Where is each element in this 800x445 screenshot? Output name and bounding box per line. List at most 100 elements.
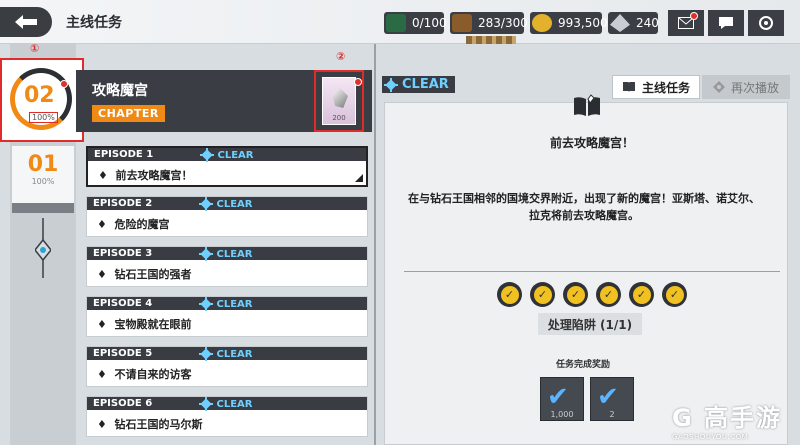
- episode-code: EPISODE 4: [93, 298, 153, 309]
- quest-detail-panel: [384, 102, 788, 445]
- crystal-icon: [610, 14, 630, 32]
- check-icon: ✓: [530, 282, 555, 307]
- tab-main-quest[interactable]: 主线任务: [612, 75, 700, 99]
- quest-description: 在与钻石王国相邻的国境交界附近，出现了新的魔宫！亚斯塔、诺艾尔、拉克将前去攻略魔…: [408, 192, 760, 222]
- menu-button[interactable]: [748, 10, 784, 36]
- episode-code: EPISODE 5: [93, 348, 153, 359]
- check-icon: ✓: [563, 282, 588, 307]
- watermark-logo: G 高手游 GAOSHOUYOU.COM: [672, 398, 782, 441]
- resource-gold: 993,500: [530, 12, 608, 34]
- reward-count: 1,000: [550, 410, 574, 419]
- gem-icon: [332, 88, 348, 108]
- chapter-percent: 100%: [29, 112, 58, 123]
- episode-2[interactable]: EPISODE 2 CLEAR ♦ 危险的魔宫: [86, 196, 368, 237]
- episode-code: EPISODE 6: [93, 398, 153, 409]
- reward-count: 2: [609, 410, 615, 419]
- reward-label: 任务完成奖励: [556, 360, 611, 370]
- resource-stamina: 0/100: [384, 12, 447, 34]
- chapter-clear-badge: CLEAR: [382, 76, 455, 93]
- episode-title: ♦ 钻石王国的马尔斯: [97, 418, 203, 431]
- stamina-icon: [386, 14, 406, 32]
- episode-title: ♦ 宝物殿就在眼前: [97, 318, 192, 331]
- book-icon: [622, 82, 635, 92]
- quest-title: 前去攻略魔宫！: [549, 136, 634, 150]
- tab-replay-label: 再次播放: [730, 80, 779, 95]
- coupon-strip: [466, 36, 516, 44]
- clear-badge: CLEAR: [199, 247, 252, 261]
- progress-divider: [404, 271, 780, 272]
- episode-title: ♦ 不请自来的访客: [97, 368, 192, 381]
- objective-checks: ✓ ✓ ✓ ✓ ✓ ✓: [497, 282, 687, 307]
- replay-icon: [712, 81, 725, 93]
- sparkle-icon: [199, 297, 213, 311]
- clear-badge: CLEAR: [199, 347, 252, 361]
- watermark-url: GAOSHOUYOU.COM: [672, 433, 749, 441]
- chapter-percent: 100%: [31, 177, 55, 186]
- clear-badge: CLEAR: [199, 197, 252, 211]
- resource-boots: 283/300: [450, 12, 528, 34]
- page-title: 主线任务: [66, 15, 122, 31]
- notification-dot-icon: [354, 78, 362, 86]
- chapter-footer-bar: [12, 203, 74, 213]
- episode-1[interactable]: EPISODE 1 CLEAR ♦ 前去攻略魔宫！: [86, 146, 368, 187]
- reward-card-cost: 200: [332, 114, 346, 122]
- crystal-value: 240: [636, 16, 659, 30]
- chat-button[interactable]: [708, 10, 744, 36]
- episode-band: EPISODE 4 CLEAR: [87, 297, 367, 311]
- back-arrow-icon: [15, 15, 37, 29]
- chapter-reward-card[interactable]: 200: [314, 70, 364, 132]
- back-button[interactable]: [0, 7, 52, 37]
- mail-button[interactable]: [668, 10, 704, 36]
- reward-card-face: 200: [322, 77, 356, 125]
- episode-band: EPISODE 5 CLEAR: [87, 347, 367, 361]
- episode-4[interactable]: EPISODE 4 CLEAR ♦ 宝物殿就在眼前: [86, 296, 368, 337]
- episode-title: ♦ 前去攻略魔宫！: [98, 169, 193, 182]
- tab-bar: 主线任务 再次播放: [612, 75, 792, 99]
- episode-band: EPISODE 2 CLEAR: [87, 197, 367, 211]
- episode-3[interactable]: EPISODE 3 CLEAR ♦ 钻石王国的强者: [86, 246, 368, 287]
- gold-coin-icon: [532, 14, 552, 32]
- check-icon: ✓: [629, 282, 654, 307]
- chapter-name: 攻略魔宫: [92, 83, 148, 99]
- boots-icon: [452, 14, 472, 32]
- objective-label: 处理陷阱 (1/1): [538, 313, 642, 335]
- sparkle-icon: [199, 347, 213, 361]
- check-reward-icon: ✔: [547, 382, 569, 412]
- episode-code: EPISODE 2: [93, 198, 153, 209]
- watermark-text: G 高手游: [672, 404, 783, 432]
- check-icon: ✓: [497, 282, 522, 307]
- vertical-divider: [374, 44, 376, 445]
- gold-value: 993,500: [558, 16, 608, 30]
- sparkle-icon: [199, 397, 213, 411]
- tab-main-label: 主线任务: [641, 80, 690, 95]
- annotation-marker-1: ①: [30, 42, 40, 55]
- clear-badge: CLEAR: [199, 397, 252, 411]
- swirl-menu-icon: [759, 16, 773, 30]
- clear-badge: CLEAR: [199, 297, 252, 311]
- check-reward-icon: ✔: [597, 382, 619, 412]
- chapter-tag: CHAPTER: [92, 105, 165, 122]
- reward-item-1[interactable]: ✔ 1,000: [540, 377, 584, 421]
- open-book-icon: [574, 94, 600, 116]
- chapter-selector-01[interactable]: 01 100%: [12, 146, 74, 210]
- episode-title: ♦ 危险的魔宫: [97, 218, 170, 231]
- episode-band: EPISODE 3 CLEAR: [87, 247, 367, 261]
- episode-title: ♦ 钻石王国的强者: [97, 268, 192, 281]
- chapter-number: 02: [24, 83, 55, 108]
- check-icon: ✓: [662, 282, 687, 307]
- chapter-number: 01: [27, 152, 59, 177]
- selected-corner-icon: [355, 174, 363, 182]
- episode-5[interactable]: EPISODE 5 CLEAR ♦ 不请自来的访客: [86, 346, 368, 387]
- resource-crystal: 240: [608, 12, 659, 34]
- tab-replay[interactable]: 再次播放: [702, 75, 790, 99]
- annotation-marker-2: ②: [336, 50, 346, 63]
- notification-dot-icon: [690, 12, 698, 20]
- check-icon: ✓: [596, 282, 621, 307]
- reward-item-2[interactable]: ✔ 2: [590, 377, 634, 421]
- chapter-selector-02[interactable]: 02 100%: [0, 58, 91, 142]
- episode-code: EPISODE 3: [93, 248, 153, 259]
- episode-6[interactable]: EPISODE 6 CLEAR ♦ 钻石王国的马尔斯: [86, 396, 368, 437]
- sparkle-icon: [199, 247, 213, 261]
- notification-dot-icon: [60, 80, 68, 88]
- sparkle-icon: [384, 77, 398, 92]
